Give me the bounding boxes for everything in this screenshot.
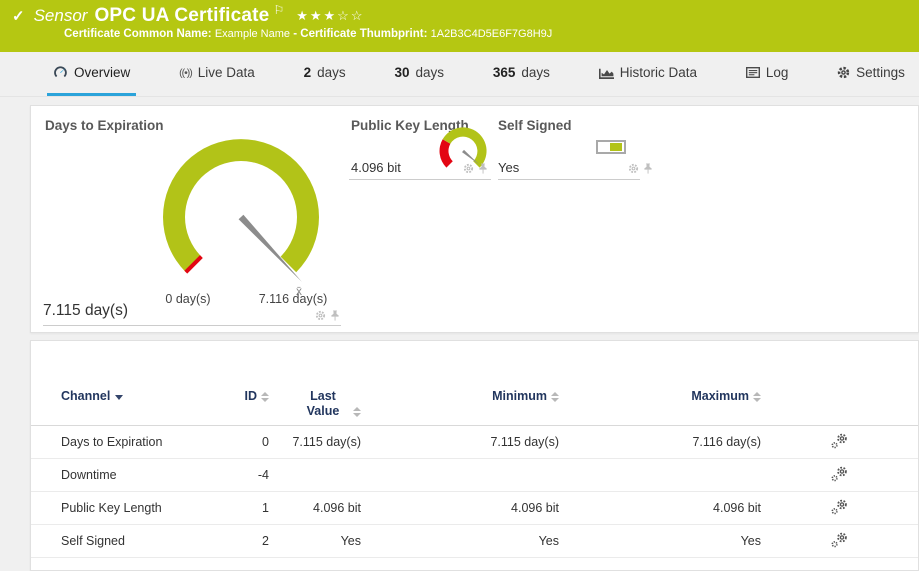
sort-icon: [753, 392, 761, 402]
sort-icon: [261, 392, 269, 402]
sensor-header: ✓ Sensor OPC UA Certificate ⚐ ★★★☆☆ Cert…: [0, 0, 919, 52]
tab-365-days-number: 365: [493, 65, 516, 80]
priority-stars[interactable]: ★★★☆☆: [296, 8, 364, 24]
object-type-label: Sensor: [34, 6, 88, 26]
toggle-knob: [610, 143, 622, 151]
cell-id: 2: [231, 534, 269, 548]
page-title: OPC UA Certificate: [94, 5, 269, 27]
gauge-title-days-to-expiration: Days to Expiration: [45, 118, 164, 133]
table-row: Days to Expiration 0 7.115 day(s) 7.115 …: [31, 426, 918, 459]
gear-icon: [837, 66, 850, 79]
channel-gear-icon[interactable]: [463, 163, 474, 174]
column-header-id[interactable]: ID: [231, 389, 269, 403]
channel-value-public-key-length: 4.096 bit: [351, 160, 401, 175]
tab-log[interactable]: Log: [740, 52, 795, 96]
area-chart-icon: [599, 67, 614, 79]
channel-settings-gears-icon[interactable]: [831, 466, 848, 482]
days-to-expiration-gauge: x̄: [154, 135, 329, 307]
cell-channel: Self Signed: [61, 534, 231, 548]
tab-365-days[interactable]: 365 days: [487, 52, 556, 96]
pin-icon[interactable]: [330, 310, 340, 321]
channel-settings-gears-icon[interactable]: [831, 532, 848, 548]
self-signed-toggle-indicator: [596, 140, 626, 154]
cell-id: 0: [231, 435, 269, 449]
tab-overview[interactable]: Overview: [47, 52, 136, 96]
channels-table-header: Channel ID Last Value Minimum Maximum: [31, 379, 918, 426]
cell-channel: Downtime: [61, 468, 231, 482]
cell-last-value: 4.096 bit: [269, 501, 361, 515]
tab-30-days[interactable]: 30 days: [388, 52, 450, 96]
gauges-panel: Days to Expiration x̄ 0 day(s) 7.116 day…: [30, 105, 919, 333]
channel-gear-icon[interactable]: [628, 163, 639, 174]
tab-2-days-number: 2: [304, 65, 312, 80]
tab-settings[interactable]: Settings: [831, 52, 911, 96]
tab-365-days-suffix: days: [521, 65, 550, 80]
tab-2-days[interactable]: 2 days: [298, 52, 352, 96]
channel-value-days-to-expiration: 7.115 day(s): [43, 302, 128, 320]
cell-last-value: Yes: [269, 534, 361, 548]
dropdown-caret-icon: [115, 395, 123, 400]
table-row: Downtime -4: [31, 459, 918, 492]
table-row: Self Signed 2 Yes Yes Yes: [31, 525, 918, 558]
channel-value-self-signed: Yes: [498, 160, 519, 175]
channel-settings-gears-icon[interactable]: [831, 499, 848, 515]
meta-label-thumbprint: - Certificate Thumbprint:: [293, 28, 427, 40]
sensor-tabbar: Overview ((•)) Live Data 2 days 30 days …: [0, 52, 919, 97]
tab-historic-data-label: Historic Data: [620, 65, 697, 80]
pin-icon[interactable]: [478, 163, 488, 174]
table-row: Public Key Length 1 4.096 bit 4.096 bit …: [31, 492, 918, 525]
cell-maximum: 7.116 day(s): [559, 435, 761, 449]
sort-icon: [551, 392, 559, 402]
sensor-message: Certificate Common Name: Example Name - …: [64, 28, 919, 40]
cell-minimum: Yes: [361, 534, 559, 548]
tab-settings-label: Settings: [856, 65, 905, 80]
cell-id: -4: [231, 468, 269, 482]
channel-gear-icon[interactable]: [315, 310, 326, 321]
sort-icon: [353, 407, 361, 417]
tab-live-data[interactable]: ((•)) Live Data: [173, 52, 261, 96]
column-header-minimum[interactable]: Minimum: [361, 389, 559, 403]
column-header-last-value[interactable]: Last Value: [269, 389, 361, 419]
cell-last-value: 7.115 day(s): [269, 435, 361, 449]
tab-30-days-suffix: days: [416, 65, 445, 80]
divider: [349, 179, 491, 180]
channel-settings-gears-icon[interactable]: [831, 433, 848, 449]
channels-table-body: Days to Expiration 0 7.115 day(s) 7.115 …: [31, 426, 918, 558]
divider: [498, 179, 640, 180]
log-list-icon: [746, 67, 760, 78]
gauge-icon: [53, 66, 68, 80]
divider: [43, 325, 341, 326]
tab-historic-data[interactable]: Historic Data: [593, 52, 703, 96]
gauge-max-label: 7.116 day(s): [253, 292, 333, 306]
cell-channel: Public Key Length: [61, 501, 231, 515]
gauge-title-self-signed: Self Signed: [498, 118, 572, 133]
prtg-sensor-page: ✓ Sensor OPC UA Certificate ⚐ ★★★☆☆ Cert…: [0, 0, 919, 571]
meta-value-common-name: Example Name: [215, 28, 290, 40]
column-header-channel[interactable]: Channel: [61, 389, 231, 403]
cell-minimum: 4.096 bit: [361, 501, 559, 515]
cell-maximum: Yes: [559, 534, 761, 548]
tab-overview-label: Overview: [74, 65, 130, 80]
cell-channel: Days to Expiration: [61, 435, 231, 449]
tab-log-label: Log: [766, 65, 789, 80]
meta-label-common-name: Certificate Common Name:: [64, 28, 212, 40]
pin-icon[interactable]: [643, 163, 653, 174]
pause-flag-icon[interactable]: ⚐: [273, 3, 284, 17]
tab-live-data-label: Live Data: [198, 65, 255, 80]
meta-value-thumbprint: 1A2B3C4D5E6F7G8H9J: [431, 28, 553, 40]
cell-maximum: 4.096 bit: [559, 501, 761, 515]
status-ok-icon: ✓: [12, 7, 25, 25]
gauge-min-label: 0 day(s): [148, 292, 228, 306]
broadcast-icon: ((•)): [179, 67, 192, 79]
cell-id: 1: [231, 501, 269, 515]
cell-minimum: 7.115 day(s): [361, 435, 559, 449]
channels-table-panel: Channel ID Last Value Minimum Maximum Da…: [30, 340, 919, 571]
column-header-maximum[interactable]: Maximum: [559, 389, 761, 403]
tab-2-days-suffix: days: [317, 65, 346, 80]
tab-30-days-number: 30: [394, 65, 409, 80]
